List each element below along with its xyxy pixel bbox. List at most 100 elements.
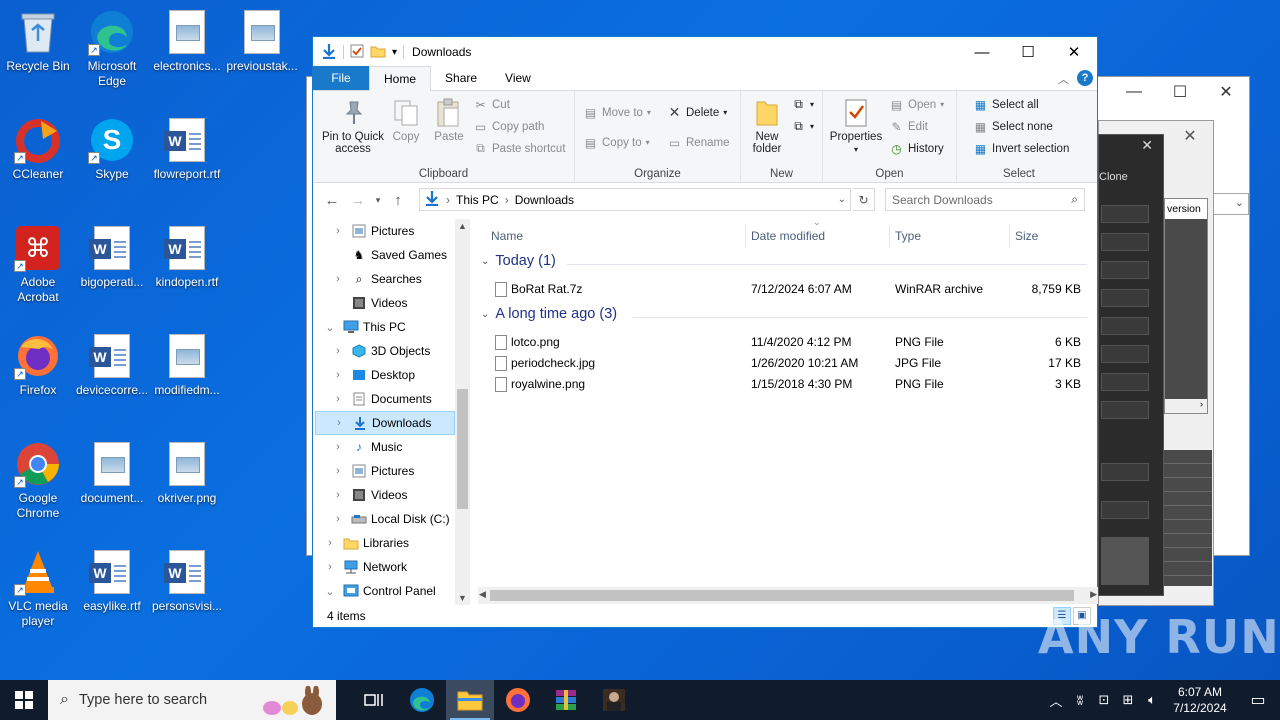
table-row[interactable]: BoRat Rat.7z 7/12/2024 6:07 AM WinRAR ar… <box>491 279 1091 300</box>
expand-chevron-icon[interactable]: › <box>332 417 346 429</box>
desktop-icon-document[interactable]: document... <box>74 440 150 506</box>
address-dropdown-chevron-icon[interactable]: ⌄ <box>838 194 846 205</box>
new-item-button[interactable]: ⧉ ▾ <box>791 97 814 112</box>
close-icon[interactable]: ✕ <box>1203 77 1249 107</box>
desktop-icon-electronics[interactable]: electronics... <box>149 8 225 74</box>
scroll-down-arrow-icon[interactable]: ▼ <box>455 593 470 603</box>
expand-chevron-icon[interactable]: › <box>331 513 345 525</box>
copy-to-button[interactable]: ▤ Copy to ▾ <box>583 135 650 150</box>
title-bar[interactable]: ▾ Downloads — ☐ ✕ <box>313 37 1097 67</box>
column-header-size[interactable]: Size <box>1015 224 1038 248</box>
nav-item-pictures[interactable]: › Pictures <box>331 219 455 243</box>
breadcrumb-downloads[interactable]: Downloads <box>515 193 574 207</box>
taskbar-edge[interactable] <box>398 680 446 720</box>
minimize-button[interactable]: — <box>959 37 1005 67</box>
customize-toolbar-chevron-icon[interactable]: ▾ <box>392 47 397 58</box>
maximize-button[interactable]: ☐ <box>1005 37 1051 67</box>
cut-button[interactable]: ✂ Cut <box>473 97 509 112</box>
file-explorer-window[interactable]: ▾ Downloads — ☐ ✕ File Home Share View ︿… <box>312 36 1098 628</box>
breadcrumb-this-pc[interactable]: This PC <box>456 193 499 207</box>
collapse-ribbon-icon[interactable]: ︿ <box>1058 71 1069 87</box>
desktop-icon-google-chrome[interactable]: ↗ Google Chrome <box>0 440 76 521</box>
nav-item-3d-objects[interactable]: › 3D Objects <box>331 339 455 363</box>
taskbar-search-box[interactable]: ⌕ Type here to search <box>48 680 336 720</box>
tab-share[interactable]: Share <box>431 66 491 90</box>
nav-item-local-disk[interactable]: › Local Disk (C:) <box>331 507 455 531</box>
task-view-button[interactable] <box>350 680 398 720</box>
expand-chevron-icon[interactable]: › <box>331 273 345 285</box>
rename-button[interactable]: ▭ Rename <box>667 135 730 150</box>
taskbar-winrar[interactable] <box>542 680 590 720</box>
collapse-chevron-icon[interactable]: ⌄ <box>323 321 337 334</box>
volume-icon[interactable]: 🔈︎ <box>1140 692 1164 708</box>
paste-shortcut-button[interactable]: ⧉ Paste shortcut <box>473 141 565 156</box>
column-header-type[interactable]: Type <box>895 224 921 248</box>
dark-list[interactable]: version › <box>1164 198 1208 414</box>
nav-item-downloads[interactable]: › Downloads <box>315 411 455 435</box>
close-icon[interactable]: ✕ <box>1167 121 1213 151</box>
scroll-right-arrow-icon[interactable]: ▶ <box>1090 589 1097 600</box>
close-icon[interactable]: ✕ <box>1141 137 1153 154</box>
nav-item-videos-2[interactable]: › Videos <box>331 483 455 507</box>
history-button[interactable]: ◷ History <box>889 141 944 156</box>
tab-view[interactable]: View <box>491 66 545 90</box>
desktop-icon-okriver[interactable]: okriver.png <box>149 440 225 506</box>
back-arrow-icon[interactable]: ← <box>319 192 345 209</box>
expand-chevron-icon[interactable]: › <box>331 225 345 237</box>
column-header-name[interactable]: Name <box>491 224 523 248</box>
show-hidden-icons-chevron-icon[interactable]: ︿ <box>1044 691 1068 710</box>
expand-chevron-icon[interactable]: › <box>323 561 337 573</box>
taskbar-file-explorer[interactable] <box>446 680 494 720</box>
desktop-icon-personsvisi[interactable]: W personsvisi... <box>149 548 225 614</box>
tab-file[interactable]: File <box>313 66 369 90</box>
desktop-icon-flowreport[interactable]: W flowreport.rtf <box>149 116 225 182</box>
collapse-chevron-icon[interactable]: ⌄ <box>323 585 337 598</box>
scroll-right-arrow-icon[interactable]: › <box>1165 399 1207 413</box>
clock[interactable]: 6:07 AM 7/12/2024 <box>1164 684 1236 716</box>
scroll-up-arrow-icon[interactable]: ▲ <box>455 221 470 231</box>
new-folder-button[interactable]: New folder <box>745 97 789 155</box>
select-all-button[interactable]: ▦ Select all <box>973 97 1039 112</box>
winrar-tray-icon[interactable]: ʬ <box>1068 693 1092 708</box>
tab-home[interactable]: Home <box>369 66 432 91</box>
desktop-icon-devicecorre[interactable]: W devicecorre... <box>74 332 150 398</box>
select-none-button[interactable]: ▦ Select none <box>973 119 1053 134</box>
nav-item-saved-games[interactable]: ♞ Saved Games <box>331 243 455 267</box>
up-arrow-icon[interactable]: ↑ <box>385 192 411 209</box>
easy-access-button[interactable]: ⧉ ▾ <box>791 119 814 134</box>
new-folder-icon[interactable] <box>370 44 386 61</box>
collapse-chevron-icon[interactable]: ⌄ <box>481 256 489 267</box>
table-row[interactable]: royalwine.png 1/15/2018 4:30 PM PNG File… <box>491 374 1091 395</box>
scrollbar-thumb[interactable] <box>457 389 468 509</box>
horizontal-scrollbar[interactable]: ◀ ▶ <box>478 587 1098 604</box>
nav-item-this-pc[interactable]: ⌄ This PC <box>323 315 455 339</box>
desktop-icon-vlc[interactable]: ↗ VLC media player <box>0 548 76 629</box>
search-box[interactable]: Search Downloads ⌕ <box>885 188 1085 211</box>
paste-button[interactable]: Paste <box>429 97 469 143</box>
desktop-icon-microsoft-edge[interactable]: ↗ Microsoft Edge <box>74 8 150 89</box>
pin-quick-access-button[interactable]: Pin to Quick access <box>319 97 387 155</box>
maximize-icon[interactable]: ☐ <box>1157 77 1203 107</box>
minimize-icon[interactable]: — <box>1111 77 1157 107</box>
nav-item-control-panel[interactable]: ⌄ Control Panel <box>323 579 455 603</box>
desktop-icon-bigoperati[interactable]: W bigoperati... <box>74 224 150 290</box>
expand-chevron-icon[interactable]: › <box>331 441 345 453</box>
dark-tool-window[interactable]: ✕ Clone <box>1098 134 1164 596</box>
desktop-icon-previoustak[interactable]: previoustak... <box>224 8 300 74</box>
taskbar-firefox[interactable] <box>494 680 542 720</box>
open-button[interactable]: ▤ Open ▾ <box>889 97 944 112</box>
expand-chevron-icon[interactable]: › <box>331 345 345 357</box>
taskbar-app-rat[interactable] <box>590 680 638 720</box>
expand-chevron-icon[interactable]: › <box>331 465 345 477</box>
desktop-icon-adobe-acrobat[interactable]: ⌘ ↗ Adobe Acrobat <box>0 224 76 305</box>
nav-item-network[interactable]: › Network <box>323 555 455 579</box>
edit-button[interactable]: ✎ Edit <box>889 119 927 134</box>
desktop-icon-kindopen[interactable]: W kindopen.rtf <box>149 224 225 290</box>
nav-item-desktop[interactable]: › Desktop <box>331 363 455 387</box>
desktop-icon-recycle-bin[interactable]: Recycle Bin <box>0 8 76 74</box>
table-row[interactable]: lotco.png 11/4/2020 4:12 PM PNG File 6 K… <box>491 332 1091 353</box>
close-button[interactable]: ✕ <box>1051 37 1097 67</box>
help-icon[interactable]: ? <box>1077 70 1093 86</box>
expand-chevron-icon[interactable]: › <box>323 537 337 549</box>
scroll-left-arrow-icon[interactable]: ◀ <box>479 589 486 600</box>
